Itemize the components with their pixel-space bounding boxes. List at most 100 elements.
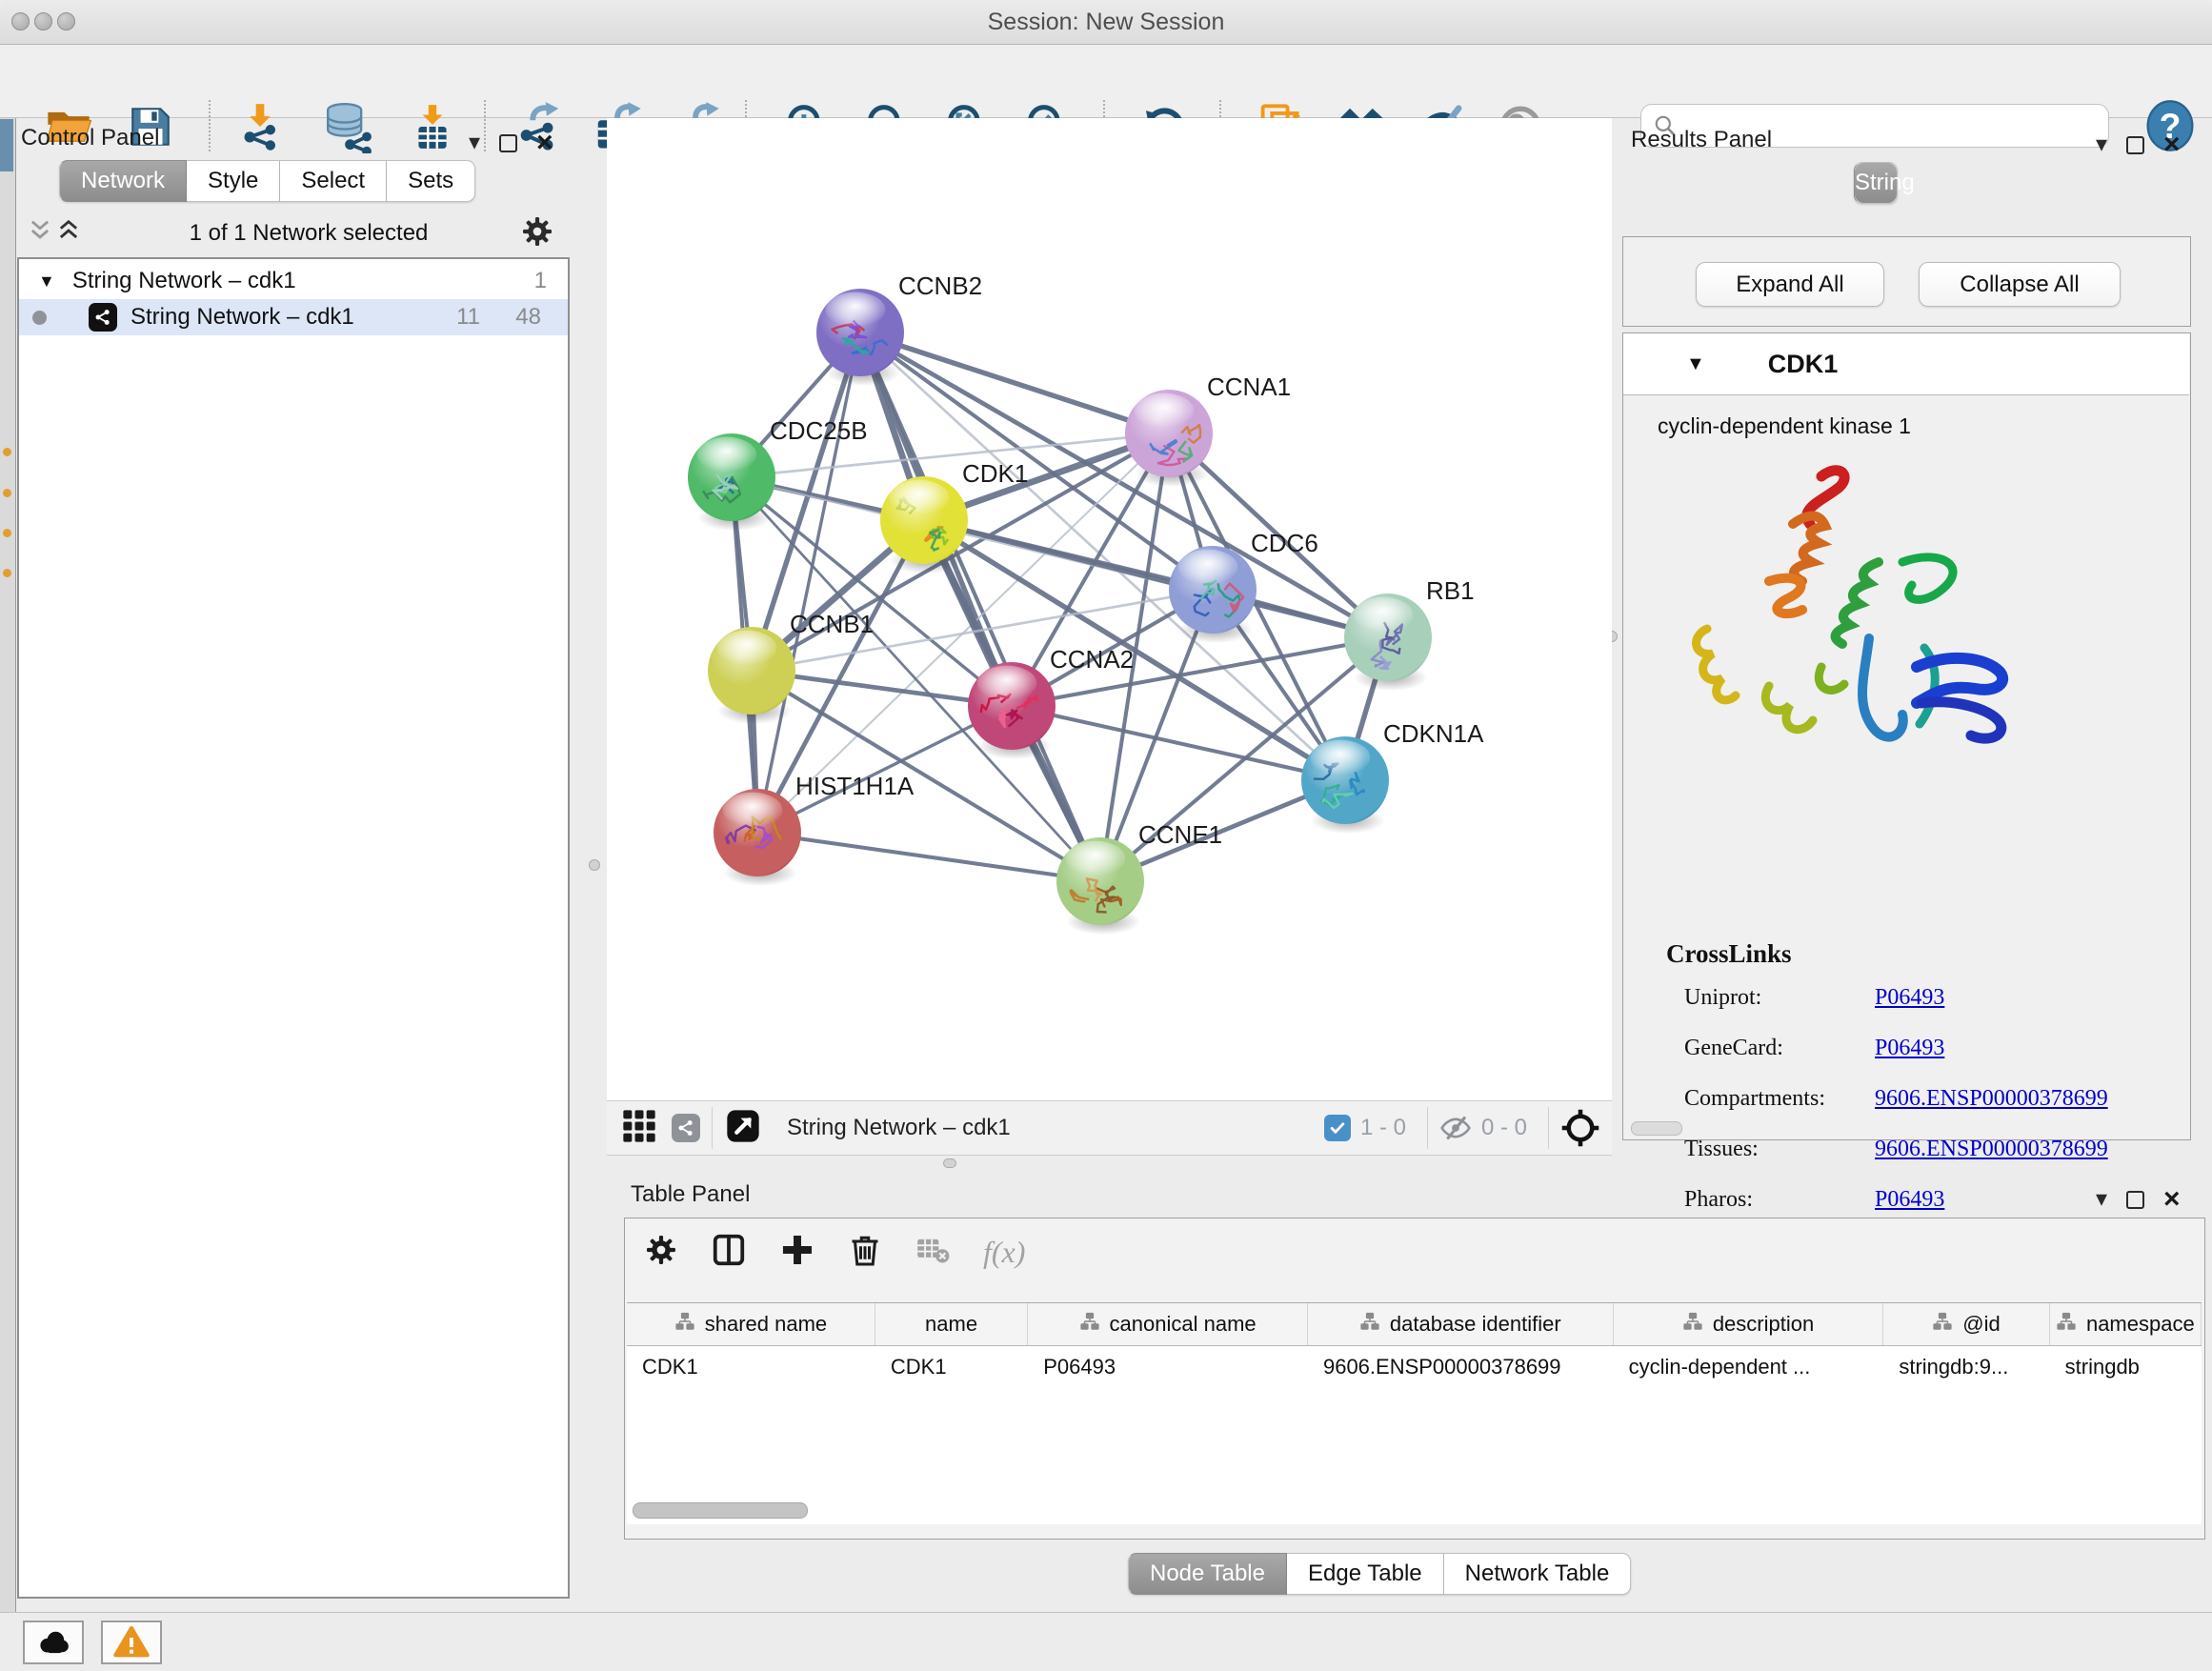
network-view-badges: 1 - 0 0 - 0 <box>1324 1107 1612 1149</box>
collapse-all-button[interactable]: Collapse All <box>1919 262 2121 307</box>
column-header-namespace[interactable]: namespace <box>2050 1303 2202 1345</box>
crosshair-icon[interactable] <box>1560 1108 1600 1148</box>
add-column-button[interactable] <box>779 1232 815 1273</box>
network-edge[interactable] <box>860 332 1169 433</box>
network-collection-row[interactable]: ▼ String Network – cdk1 1 <box>19 263 568 299</box>
column-header-name[interactable]: name <box>875 1303 1028 1345</box>
sliver-dot <box>3 448 11 456</box>
tree-expand-icon[interactable]: ▼ <box>38 272 55 292</box>
control-panel-title: Control Panel <box>21 125 159 151</box>
panel-float-icon[interactable] <box>499 134 517 152</box>
bottom-splitter-handle[interactable] <box>943 1158 956 1168</box>
table-panel-body: f(x) shared namenamecanonical namedataba… <box>624 1218 2205 1540</box>
tab-select[interactable]: Select <box>280 160 387 202</box>
delete-column-button[interactable] <box>848 1233 882 1272</box>
detach-view-button[interactable] <box>724 1107 762 1150</box>
sliver-dot <box>3 569 11 577</box>
table-header-row: shared name name canonical name database id… <box>627 1303 2202 1346</box>
crosslink-label: GeneCard: <box>1684 1036 1875 1061</box>
status-bar: Memory <box>0 1612 2212 1671</box>
tab-node-table[interactable]: Node Table <box>1128 1553 1287 1595</box>
network-edge[interactable] <box>757 833 1100 881</box>
crosslink-link[interactable]: P06493 <box>1875 1036 1944 1061</box>
node-gloss-highlight <box>890 480 950 515</box>
table-panel-tabs: Node TableEdge TableNetwork Table <box>1128 1553 1631 1595</box>
tab-edge-table[interactable]: Edge Table <box>1287 1553 1444 1595</box>
node-gloss-highlight <box>717 631 777 666</box>
network-panel-options-button[interactable] <box>520 214 554 253</box>
gear-icon <box>520 214 554 249</box>
column-header--id[interactable]: @id <box>1883 1303 2049 1345</box>
column-type-icon <box>1359 1311 1380 1338</box>
table-cell[interactable]: 9606.ENSP00000378699 <box>1308 1346 1614 1388</box>
toolbar-divider <box>1548 1107 1549 1149</box>
cloud-button[interactable] <box>23 1621 84 1664</box>
grid-icon <box>620 1107 658 1145</box>
network-view-grid-toggle[interactable] <box>672 1114 700 1142</box>
toolbar-divider <box>1427 1107 1428 1149</box>
crosslink-link[interactable]: 9606.ENSP00000378699 <box>1875 1137 2108 1162</box>
table-row[interactable]: CDK1CDK1P064939606.ENSP00000378699cyclin… <box>627 1346 2202 1388</box>
table-options-button[interactable] <box>644 1233 678 1272</box>
network-edge[interactable] <box>757 332 860 833</box>
table-cell[interactable]: CDK1 <box>627 1346 875 1388</box>
warnings-button[interactable] <box>101 1621 162 1664</box>
node-gloss-highlight <box>697 437 757 473</box>
panel-collapse-icon[interactable]: ▾ <box>2096 1188 2107 1211</box>
node-gloss-highlight <box>977 666 1037 701</box>
application-window: Session: New Session <box>0 0 2212 1671</box>
gear-icon <box>644 1233 678 1267</box>
table-panel-window-buttons: ▾ × <box>2096 1183 2181 1216</box>
cloud-icon <box>35 1624 71 1661</box>
collapse-triangle-icon[interactable]: ▼ <box>1686 353 1705 375</box>
column-header-shared-name[interactable]: shared name <box>627 1303 875 1345</box>
network-graph: CCNB2CCNA1CDC25BCDK1CDC6RB1CCNB1CCNA2CDK… <box>607 118 1612 1100</box>
main-toolbar: ? <box>0 45 2212 118</box>
table-cell[interactable]: P06493 <box>1028 1346 1308 1388</box>
panel-collapse-icon[interactable]: ▾ <box>469 131 480 154</box>
crosslink-link[interactable]: 9606.ENSP00000378699 <box>1875 1086 2108 1112</box>
window-title: Session: New Session <box>0 9 2212 36</box>
panel-close-icon[interactable]: × <box>536 127 553 159</box>
tab-string[interactable]: String <box>1854 162 1898 204</box>
tab-style[interactable]: Style <box>187 160 280 202</box>
column-header-label: shared name <box>705 1312 827 1337</box>
column-header-description[interactable]: description <box>1614 1303 1884 1345</box>
panel-close-icon[interactable]: × <box>2163 1183 2181 1216</box>
table-cell[interactable]: stringdb:9... <box>1883 1346 2049 1388</box>
panel-close-icon[interactable]: × <box>2163 129 2181 161</box>
results-hscrollbar[interactable] <box>1631 1121 1682 1136</box>
tab-network-table[interactable]: Network Table <box>1444 1553 1632 1595</box>
expand-all-button[interactable]: Expand All <box>1696 262 1884 307</box>
panel-collapse-icon[interactable]: ▾ <box>2096 133 2107 156</box>
panel-float-icon[interactable] <box>2126 136 2144 154</box>
results-panel-window-buttons: ▾ × <box>2096 129 2181 161</box>
table-cell[interactable]: stringdb <box>2050 1346 2202 1388</box>
table-cell[interactable]: CDK1 <box>875 1346 1028 1388</box>
tab-sets[interactable]: Sets <box>387 160 475 202</box>
network-row-selected[interactable]: String Network – cdk1 11 48 <box>19 299 568 335</box>
selected-checkbox-icon[interactable] <box>1324 1115 1351 1141</box>
protein-card-header[interactable]: ▼ CDK1 <box>1623 333 2189 395</box>
tab-string-label: String <box>1855 163 1897 203</box>
panel-float-icon[interactable] <box>2126 1191 2144 1209</box>
birds-eye-view-button[interactable] <box>620 1107 658 1150</box>
table-hscrollbar[interactable] <box>633 1502 808 1519</box>
show-columns-button[interactable] <box>711 1232 747 1273</box>
table-cell[interactable]: cyclin-dependent ... <box>1614 1346 1884 1388</box>
node-table: shared name name canonical name database id… <box>627 1302 2202 1524</box>
column-header-label: canonical name <box>1110 1312 1257 1337</box>
crosslink-row: Uniprot:P06493 <box>1684 985 2180 1011</box>
tab-network[interactable]: Network <box>59 160 187 202</box>
network-tree: ▼ String Network – cdk1 1 String Network… <box>17 257 570 1599</box>
hidden-count-badge: 0 - 0 <box>1481 1115 1527 1141</box>
background-window-sliver <box>0 45 16 1671</box>
column-type-icon <box>1932 1311 1953 1338</box>
left-splitter-handle[interactable] <box>589 859 600 871</box>
crosslink-link[interactable]: P06493 <box>1875 985 1944 1011</box>
column-header-database-identifier[interactable]: database identifier <box>1308 1303 1614 1345</box>
network-canvas[interactable]: CCNB2CCNA1CDC25BCDK1CDC6RB1CCNB1CCNA2CDK… <box>607 118 1612 1100</box>
column-header-canonical-name[interactable]: canonical name <box>1028 1303 1308 1345</box>
node-label-CDKN1A: CDKN1A <box>1383 719 1484 748</box>
node-gloss-highlight <box>1066 841 1126 876</box>
